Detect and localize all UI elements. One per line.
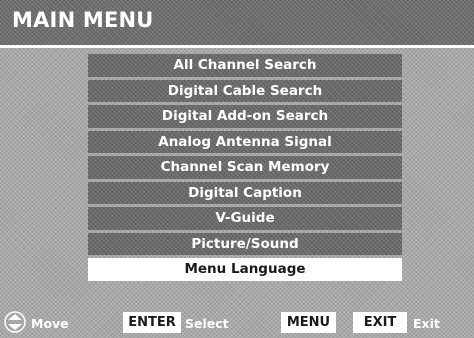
- menu-item-digital-add-on-search[interactable]: Digital Add-on Search: [88, 105, 402, 128]
- menu-item-analog-antenna-signal[interactable]: Analog Antenna Signal: [88, 130, 402, 153]
- page-title: MAIN MENU: [12, 8, 154, 32]
- footer-help-bar: Move ENTER Select MENU EXIT Exit: [0, 309, 474, 338]
- menu-item-v-guide[interactable]: V-Guide: [88, 207, 402, 230]
- up-down-arrow-icon: [4, 311, 26, 333]
- select-hint-label: Select: [185, 316, 229, 331]
- exit-hint-label: Exit: [413, 316, 440, 331]
- menu-item-picture-sound[interactable]: Picture/Sound: [88, 232, 402, 255]
- menu-item-digital-caption[interactable]: Digital Caption: [88, 181, 402, 204]
- menu-item-channel-scan-memory[interactable]: Channel Scan Memory: [88, 156, 402, 179]
- menu-item-digital-cable-search[interactable]: Digital Cable Search: [88, 79, 402, 102]
- menu-item-all-channel-search[interactable]: All Channel Search: [88, 54, 402, 77]
- main-menu-list: All Channel Search Digital Cable Search …: [88, 54, 402, 284]
- tv-screen: MAIN MENU All Channel Search Digital Cab…: [0, 0, 474, 338]
- title-bar: MAIN MENU: [0, 0, 474, 48]
- exit-key-button[interactable]: EXIT: [353, 312, 407, 333]
- move-hint-label: Move: [31, 316, 69, 331]
- menu-item-menu-language[interactable]: Menu Language: [88, 258, 402, 281]
- enter-key-button[interactable]: ENTER: [123, 312, 181, 333]
- menu-key-button[interactable]: MENU: [281, 312, 336, 333]
